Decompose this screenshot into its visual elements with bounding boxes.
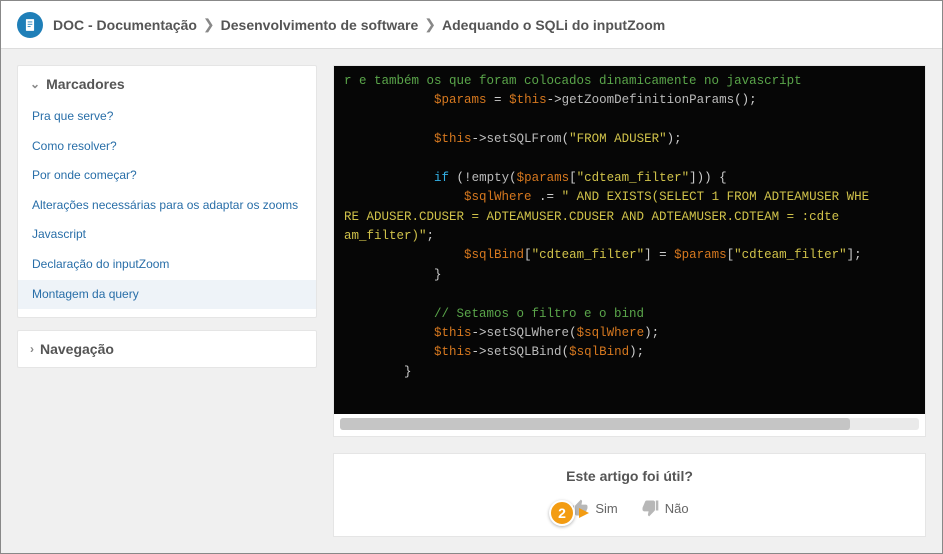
annotation-arrow-icon	[579, 508, 589, 518]
scrollbar-thumb[interactable]	[340, 418, 850, 430]
marker-link[interactable]: Como resolver?	[18, 132, 316, 162]
breadcrumb-item[interactable]: Desenvolvimento de software	[221, 17, 419, 33]
annotation-badge-number: 2	[549, 500, 575, 526]
code-container: r e também os que foram colocados dinami…	[333, 65, 926, 437]
markers-list: Pra que serve? Como resolver? Por onde c…	[18, 102, 316, 317]
code-scroll[interactable]: r e também os que foram colocados dinami…	[334, 66, 925, 414]
navigation-panel-title: Navegação	[40, 341, 114, 357]
annotation-badge: 2	[549, 500, 589, 526]
feedback-no-label: Não	[665, 501, 689, 516]
chevron-right-icon: ❯	[203, 16, 215, 33]
marker-link[interactable]: Por onde começar?	[18, 161, 316, 191]
marker-link[interactable]: Declaração do inputZoom	[18, 250, 316, 280]
main-content: r e também os que foram colocados dinami…	[333, 65, 926, 537]
navigation-panel-header[interactable]: › Navegação	[18, 331, 316, 367]
code-block: r e também os que foram colocados dinami…	[334, 66, 925, 414]
sidebar: ⌄ Marcadores Pra que serve? Como resolve…	[17, 65, 317, 537]
doc-logo-icon	[17, 12, 43, 38]
breadcrumb: DOC - Documentação ❯ Desenvolvimento de …	[53, 16, 665, 33]
header: DOC - Documentação ❯ Desenvolvimento de …	[1, 1, 942, 49]
markers-panel-title: Marcadores	[46, 76, 125, 92]
feedback-panel: Este artigo foi útil? Sim Não 2	[333, 453, 926, 537]
breadcrumb-item[interactable]: Adequando o SQLi do inputZoom	[442, 17, 665, 33]
feedback-yes-label: Sim	[595, 501, 617, 516]
markers-panel-header[interactable]: ⌄ Marcadores	[18, 66, 316, 102]
marker-link[interactable]: Javascript	[18, 220, 316, 250]
marker-link-active[interactable]: Montagem da query	[18, 280, 316, 310]
feedback-title: Este artigo foi útil?	[354, 468, 905, 484]
horizontal-scrollbar[interactable]	[340, 418, 919, 430]
marker-link[interactable]: Alterações necessárias para os adaptar o…	[18, 191, 316, 221]
navigation-panel: › Navegação	[17, 330, 317, 368]
markers-panel: ⌄ Marcadores Pra que serve? Como resolve…	[17, 65, 317, 318]
marker-link[interactable]: Pra que serve?	[18, 102, 316, 132]
chevron-down-icon: ⌄	[30, 77, 40, 91]
breadcrumb-item[interactable]: DOC - Documentação	[53, 17, 197, 33]
thumbs-down-icon	[640, 498, 660, 518]
feedback-no-button[interactable]: Não	[640, 498, 689, 518]
feedback-buttons: Sim Não	[354, 498, 905, 518]
page-body: ⌄ Marcadores Pra que serve? Como resolve…	[1, 49, 942, 553]
chevron-right-icon: ›	[30, 342, 34, 356]
chevron-right-icon: ❯	[424, 16, 436, 33]
